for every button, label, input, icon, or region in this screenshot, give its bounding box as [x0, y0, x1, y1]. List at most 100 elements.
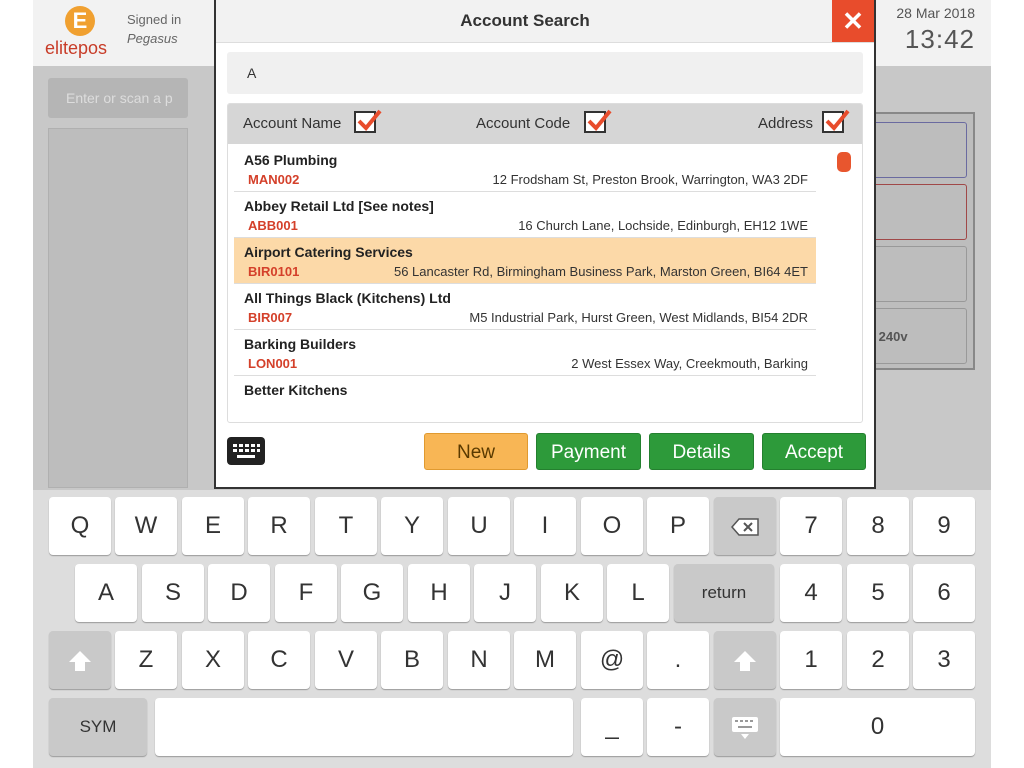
- account-name: Abbey Retail Ltd [See notes]: [244, 198, 434, 214]
- account-address: M5 Industrial Park, Hurst Green, West Mi…: [469, 310, 808, 325]
- account-address: 12 Frodsham St, Preston Brook, Warringto…: [492, 172, 809, 187]
- key-y[interactable]: Y: [381, 497, 443, 555]
- key-c[interactable]: C: [248, 631, 310, 689]
- key-x[interactable]: X: [182, 631, 244, 689]
- key-9[interactable]: 9: [913, 497, 975, 555]
- shift-icon: [732, 646, 758, 673]
- key-z[interactable]: Z: [115, 631, 177, 689]
- account-name: A56 Plumbing: [244, 152, 338, 168]
- account-row[interactable]: Abbey Retail Ltd [See notes] ABB001 16 C…: [234, 192, 816, 238]
- payment-button[interactable]: Payment: [536, 433, 641, 470]
- account-code: LON001: [248, 356, 298, 371]
- account-row[interactable]: Better Kitchens: [234, 376, 816, 422]
- clock-display: 13:42: [904, 24, 975, 54]
- backspace-key[interactable]: [714, 497, 776, 555]
- on-screen-keyboard: Q W E R T Y U I O P 7 8 9 A S D F G H J …: [33, 490, 991, 768]
- sym-key[interactable]: SYM: [49, 698, 147, 756]
- key-v[interactable]: V: [315, 631, 377, 689]
- key-g[interactable]: G: [341, 564, 403, 622]
- signed-in-label: Signed in: [127, 12, 182, 27]
- new-account-button[interactable]: New: [424, 433, 528, 470]
- key-a[interactable]: A: [75, 564, 137, 622]
- keyboard-toggle-icon[interactable]: [227, 437, 265, 465]
- shift-icon: [67, 646, 93, 673]
- account-address: 16 Church Lane, Lochside, Edinburgh, EH1…: [518, 218, 808, 233]
- key-n[interactable]: N: [448, 631, 510, 689]
- key-r[interactable]: R: [248, 497, 310, 555]
- account-code-checkbox[interactable]: [584, 109, 612, 133]
- key-t[interactable]: T: [315, 497, 377, 555]
- key-4[interactable]: 4: [780, 564, 842, 622]
- account-name-checkbox[interactable]: [354, 109, 382, 133]
- account-code: MAN002: [248, 172, 300, 187]
- logo-text: elitepos: [45, 38, 108, 58]
- key-7[interactable]: 7: [780, 497, 842, 555]
- key-5[interactable]: 5: [847, 564, 909, 622]
- pos-screen: E elitepos Signed in Pegasus 28 Mar 2018…: [33, 0, 991, 768]
- account-address: 56 Lancaster Rd, Birmingham Business Par…: [393, 264, 808, 279]
- account-search-dialog: Account Search ✕ A Account Name Account …: [214, 0, 876, 489]
- account-name: Airport Catering Services: [244, 244, 413, 260]
- list-scrollbar[interactable]: [837, 152, 851, 172]
- key-u[interactable]: U: [448, 497, 510, 555]
- account-row[interactable]: A56 Plumbing MAN002 12 Frodsham St, Pres…: [234, 146, 816, 192]
- key-m[interactable]: M: [514, 631, 576, 689]
- account-address: 2 West Essex Way, Creekmouth, Barking: [571, 356, 808, 371]
- signed-in-user: Pegasus: [127, 31, 178, 46]
- account-row[interactable]: All Things Black (Kitchens) Ltd BIR007 M…: [234, 284, 816, 330]
- key-period[interactable]: .: [647, 631, 709, 689]
- key-k[interactable]: K: [541, 564, 603, 622]
- details-button[interactable]: Details: [649, 433, 754, 470]
- shift-key-left[interactable]: [49, 631, 111, 689]
- hide-keyboard-icon: [730, 713, 760, 740]
- key-o[interactable]: O: [581, 497, 643, 555]
- account-code: BIR007: [248, 310, 293, 325]
- key-i[interactable]: I: [514, 497, 576, 555]
- account-row-selected[interactable]: Airport Catering Services BIR0101 56 Lan…: [234, 238, 816, 284]
- account-search-input[interactable]: A: [227, 52, 863, 94]
- account-results-list: Account Name Account Code Address A56 Pl…: [227, 103, 863, 423]
- key-2[interactable]: 2: [847, 631, 909, 689]
- address-checkbox[interactable]: [822, 109, 850, 133]
- shift-key-right[interactable]: [714, 631, 776, 689]
- key-1[interactable]: 1: [780, 631, 842, 689]
- key-s[interactable]: S: [142, 564, 204, 622]
- key-e[interactable]: E: [182, 497, 244, 555]
- column-header-account-name: Account Name: [243, 115, 342, 132]
- account-row[interactable]: Barking Builders LON001 2 West Essex Way…: [234, 330, 816, 376]
- date-display: 28 Mar 2018: [896, 5, 975, 21]
- key-j[interactable]: J: [474, 564, 536, 622]
- dialog-header: Account Search ✕: [216, 0, 874, 43]
- accept-button[interactable]: Accept: [762, 433, 866, 470]
- key-d[interactable]: D: [208, 564, 270, 622]
- account-code: BIR0101: [248, 264, 300, 279]
- key-6[interactable]: 6: [913, 564, 975, 622]
- key-b[interactable]: B: [381, 631, 443, 689]
- account-name: Barking Builders: [244, 336, 357, 352]
- results-rows: A56 Plumbing MAN002 12 Frodsham St, Pres…: [234, 146, 816, 422]
- column-header-account-code: Account Code: [476, 115, 571, 132]
- key-8[interactable]: 8: [847, 497, 909, 555]
- return-key[interactable]: return: [674, 564, 774, 622]
- key-p[interactable]: P: [647, 497, 709, 555]
- account-code: ABB001: [248, 218, 298, 233]
- key-dash[interactable]: -: [647, 698, 709, 756]
- backspace-icon: [730, 512, 760, 539]
- key-0[interactable]: 0: [780, 698, 975, 756]
- close-button[interactable]: ✕: [832, 0, 874, 42]
- space-key[interactable]: [155, 698, 573, 756]
- key-3[interactable]: 3: [913, 631, 975, 689]
- background-basket-panel: [48, 128, 188, 488]
- key-l[interactable]: L: [607, 564, 669, 622]
- key-h[interactable]: H: [408, 564, 470, 622]
- dialog-title: Account Search: [460, 11, 590, 30]
- key-f[interactable]: F: [275, 564, 337, 622]
- results-header: Account Name Account Code Address: [228, 104, 862, 144]
- key-w[interactable]: W: [115, 497, 177, 555]
- elitepos-logo: E elitepos: [45, 4, 117, 62]
- key-at[interactable]: @: [581, 631, 643, 689]
- key-underscore[interactable]: _: [581, 698, 643, 756]
- key-q[interactable]: Q: [49, 497, 111, 555]
- account-name: Better Kitchens: [244, 382, 348, 398]
- hide-keyboard-key[interactable]: [714, 698, 776, 756]
